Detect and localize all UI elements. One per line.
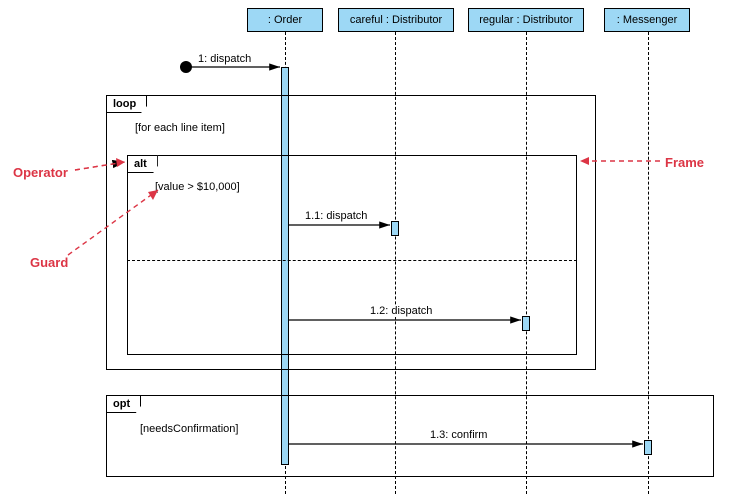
msg-1-2-dispatch: 1.2: dispatch [370,305,432,317]
msg-1-1-dispatch: 1.1: dispatch [305,210,367,222]
frame-tag-opt: opt [106,395,141,413]
frame-opt: opt [106,395,714,477]
lifeline-regular: regular : Distributor [468,8,584,32]
lifeline-careful: careful : Distributor [338,8,454,32]
sequence-diagram: : Order careful : Distributor regular : … [0,0,735,502]
frame-tag-loop: loop [106,95,147,113]
frame-tag-alt: alt [127,155,158,173]
annotation-operator: Operator [13,165,68,180]
alt-divider [127,260,577,261]
lifeline-messenger: : Messenger [604,8,690,32]
annotation-guard: Guard [30,255,68,270]
lifeline-order: : Order [247,8,323,32]
guard-loop: [for each line item] [135,122,225,134]
msg-1-dispatch: 1: dispatch [198,53,251,65]
annotation-frame: Frame [665,155,704,170]
guard-opt: [needsConfirmation] [140,423,238,435]
msg-1-3-confirm: 1.3: confirm [430,429,487,441]
start-node [180,61,192,73]
guard-alt: [value > $10,000] [155,181,240,193]
